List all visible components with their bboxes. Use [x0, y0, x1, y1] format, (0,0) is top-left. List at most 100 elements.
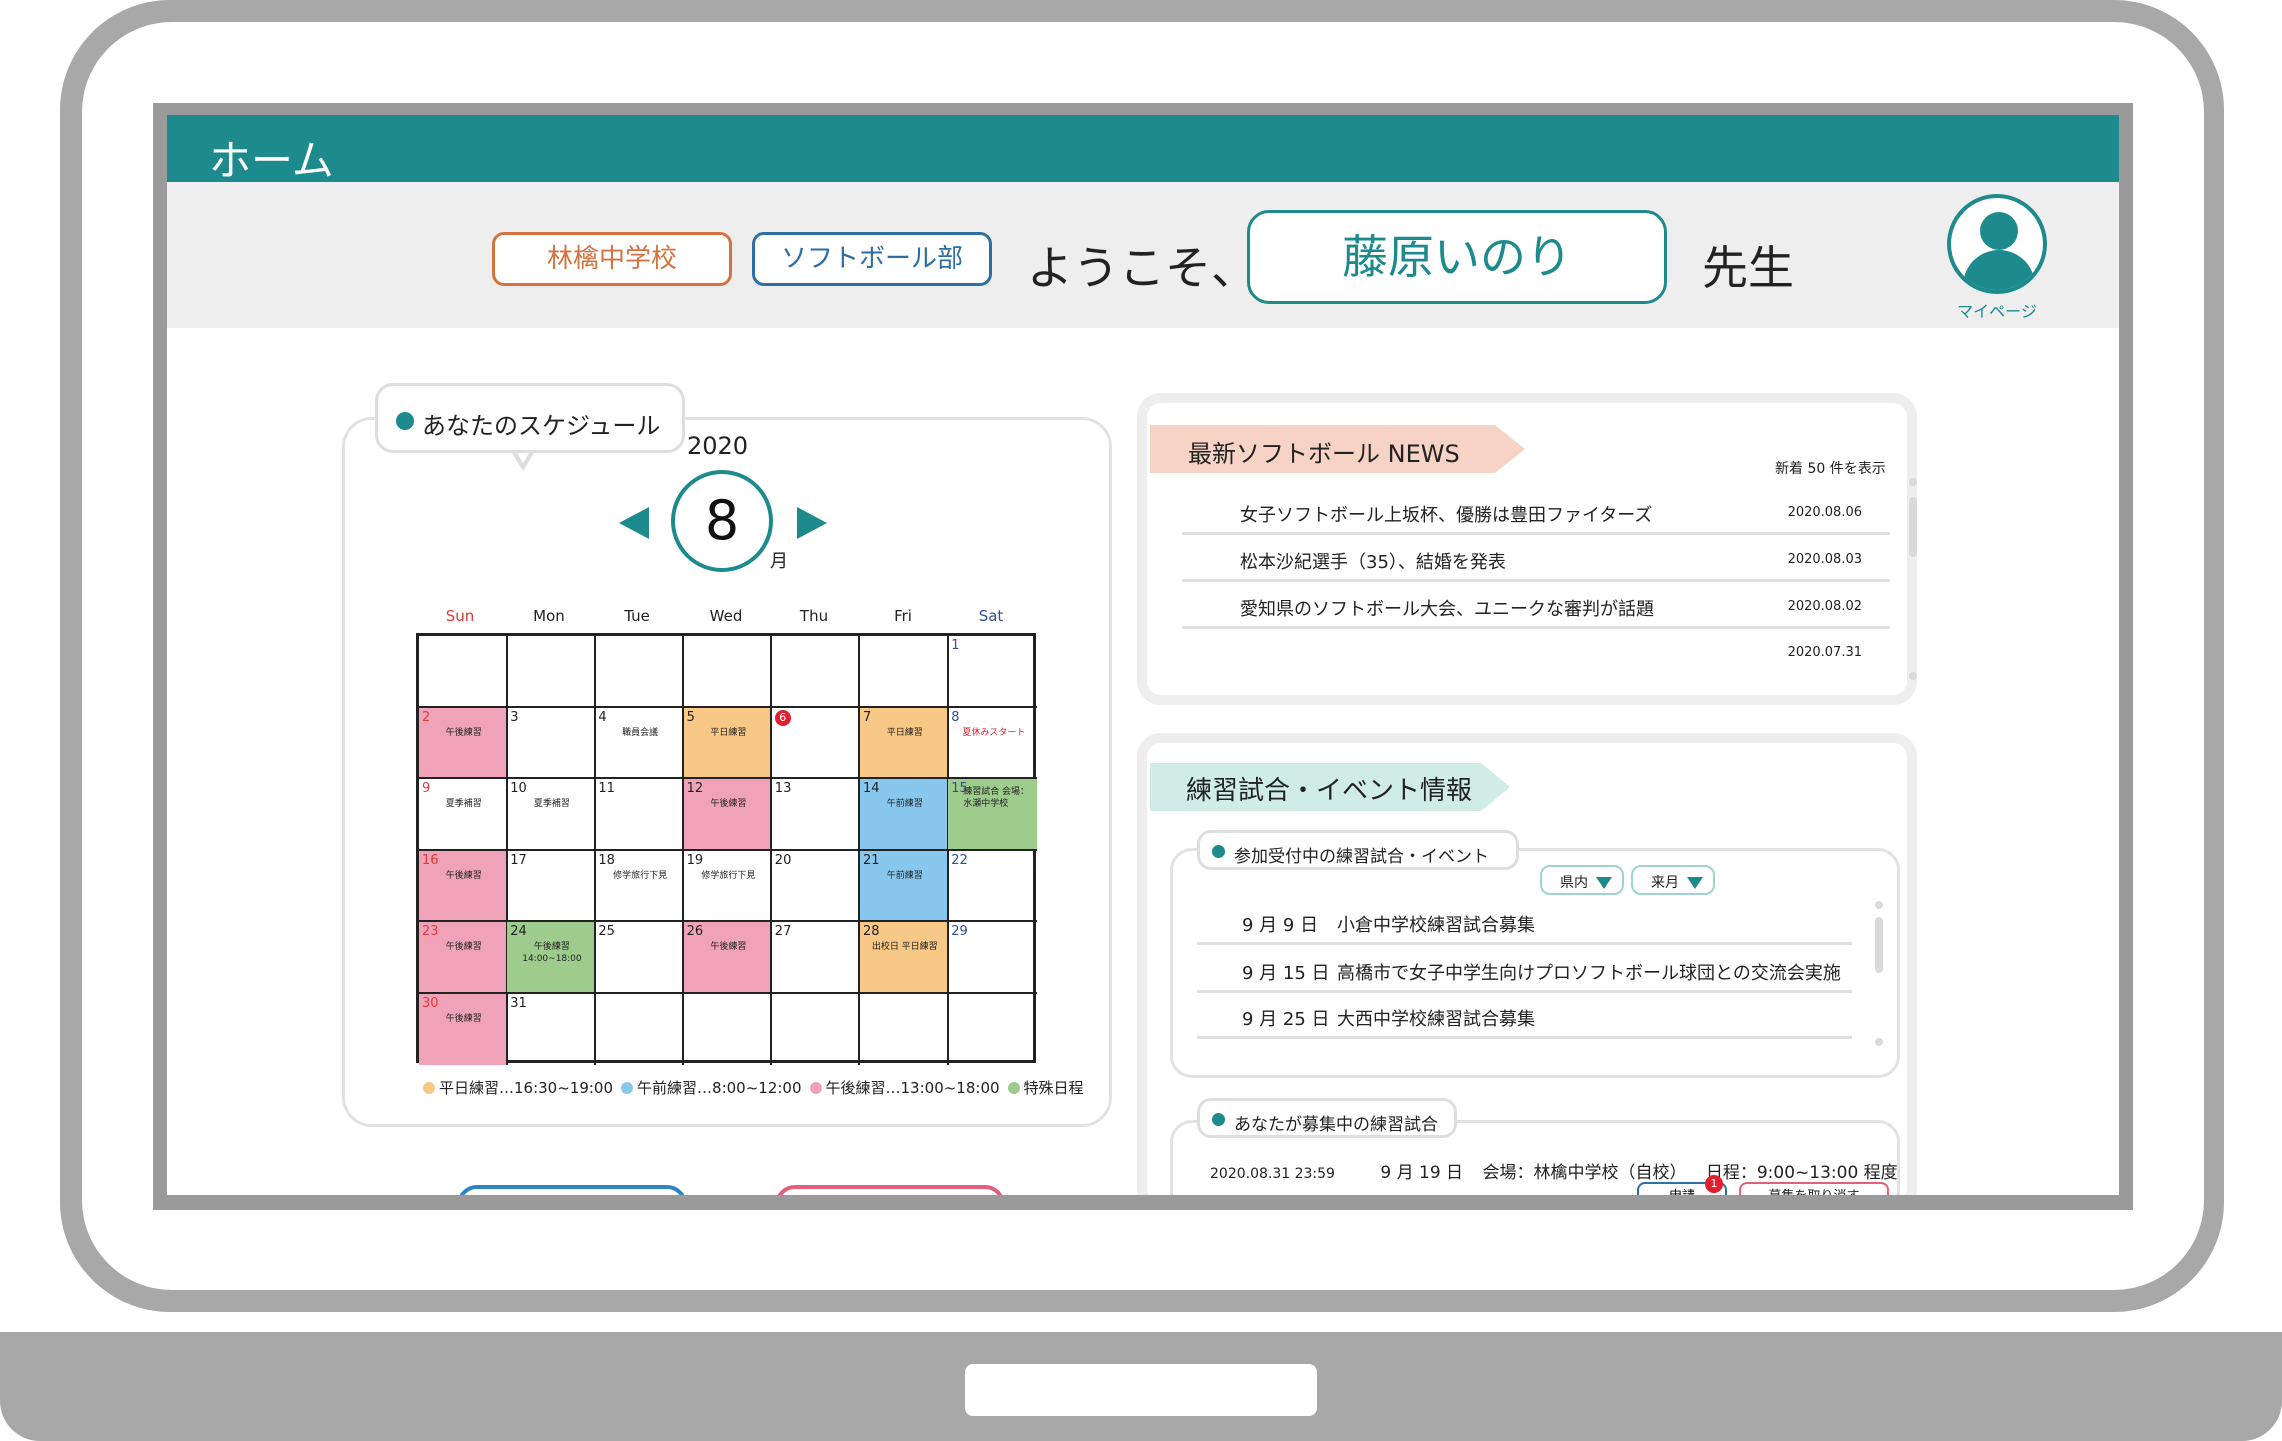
news-count-label[interactable]: 新着 50 件を表示 — [1775, 458, 1886, 478]
calendar-day[interactable]: 20 — [771, 850, 861, 923]
calendar-day[interactable]: 12 午後練習 — [683, 779, 773, 851]
calendar-day[interactable]: 6 — [771, 707, 861, 780]
calendar-day[interactable]: 11 — [595, 779, 684, 851]
day-number: 14 — [863, 781, 880, 796]
calendar-day[interactable]: 10 夏季補習 — [507, 779, 596, 851]
day-number: 30 — [422, 995, 439, 1011]
day-number: 29 — [951, 924, 968, 939]
day-event: 夏季補習 — [533, 799, 570, 809]
month-suffix: 月 — [770, 551, 788, 572]
calendar-grid: 1 2 午後練習 3 4 職員会議 5 平日練習 6 7 平日練習 8 夏休みスタート 9 夏季補習 10 夏季… — [416, 633, 1037, 1066]
calendar-day[interactable]: 17 — [507, 850, 596, 923]
event-item[interactable]: 9 月 15 日高橋市で女子中学生向けプロソフトボール球団との交流会実施 — [1197, 953, 1852, 993]
day-event: 修学旅行下見 — [701, 870, 756, 881]
day-number: 20 — [774, 852, 792, 868]
dropdown-icon — [1596, 877, 1612, 889]
app-window: ホーム 林檎中学校 ソフトボール部 ようこそ、 藤原いのり 先生 マイページ あ… — [167, 115, 2119, 1195]
news-item[interactable]: 女子ソフトボール上坂杯、優勝は豊田ファイターズ 2020.08.06 — [1182, 495, 1890, 535]
calendar-day[interactable] — [860, 993, 949, 1066]
bottom-blue-button[interactable] — [457, 1185, 687, 1195]
calendar-day[interactable]: 25 — [595, 922, 684, 994]
news-title: 愛知県のソフトボール大会、ユニークな審判が話題 — [1240, 599, 1654, 620]
day-event: 練習試合 会場：水瀬中学校 — [963, 787, 1030, 809]
events-scrollbar[interactable] — [1875, 917, 1883, 973]
legend-dot — [621, 1082, 634, 1094]
day-number: 26 — [686, 924, 704, 939]
day-number: 6 — [774, 709, 791, 726]
mypage-button[interactable]: マイページ — [1942, 194, 2052, 322]
event-date: 9 月 9 日 — [1242, 915, 1319, 936]
day-number: 9 — [422, 781, 431, 796]
weekday-header: Sat — [978, 607, 1004, 625]
news-item[interactable]: 2020.07.31 — [1182, 635, 1890, 675]
calendar-day[interactable]: 4 職員会議 — [595, 707, 684, 780]
calendar-day[interactable]: 18 修学旅行下見 — [595, 850, 684, 923]
bottom-pink-button[interactable] — [775, 1185, 1005, 1195]
day-number: 22 — [951, 852, 968, 868]
day-number: 17 — [510, 852, 527, 868]
legend-dot — [423, 1082, 435, 1094]
day-number: 24 — [510, 924, 527, 939]
calendar-day[interactable]: 28 出校日 平日練習 — [860, 922, 949, 994]
event-item[interactable]: 9 月 9 日小倉中学校練習試合募集 — [1197, 905, 1852, 945]
next-month-icon[interactable] — [797, 507, 827, 539]
recruit-venue: 会場：林檎中学校（自校） — [1482, 1163, 1687, 1183]
recruit-row[interactable]: 2020.08.31 23:59 9 月 19 日 会場：林檎中学校（自校） 日… — [1210, 1158, 1898, 1183]
calendar-day[interactable]: 3 — [507, 707, 596, 780]
day-number: 4 — [598, 709, 607, 725]
calendar-day[interactable]: 21 午前練習 — [860, 850, 949, 923]
calendar-day[interactable]: 7 平日練習 — [860, 707, 949, 780]
news-item[interactable]: 松本沙紀選手（35）、結婚を発表 2020.08.03 — [1182, 542, 1890, 582]
calendar-day[interactable] — [595, 993, 684, 1066]
area-filter[interactable]: 県内 — [1540, 865, 1624, 895]
day-event: 平日練習 — [886, 727, 923, 738]
news-date: 2020.08.03 — [1787, 552, 1862, 567]
calendar-day[interactable]: 22 — [948, 851, 1037, 923]
cancel-recruit-button[interactable]: 募集を取り消す — [1739, 1182, 1889, 1195]
calendar-day[interactable] — [683, 636, 773, 708]
calendar-day[interactable]: 29 — [948, 922, 1037, 994]
scroll-dot — [1875, 901, 1883, 909]
calendar-day[interactable]: 19 修学旅行下見 — [683, 850, 773, 923]
calendar-day[interactable]: 13 — [771, 779, 861, 851]
day-number: 18 — [598, 852, 615, 868]
welcome-bar: 林檎中学校 ソフトボール部 ようこそ、 藤原いのり 先生 マイページ — [167, 182, 2119, 328]
calendar-day[interactable] — [771, 636, 861, 708]
calendar-day[interactable]: 9 夏季補習 — [419, 779, 508, 851]
calendar-day[interactable]: 2 午後練習 — [419, 707, 508, 780]
laptop-base-notch — [965, 1364, 1317, 1416]
calendar-day[interactable]: 14 午前練習 — [860, 779, 949, 851]
calendar-day[interactable]: 27 — [771, 922, 861, 994]
calendar-day[interactable] — [419, 636, 508, 708]
school-badge[interactable]: 林檎中学校 — [492, 232, 732, 286]
prev-month-icon[interactable] — [619, 507, 649, 539]
calendar-day[interactable] — [948, 994, 1037, 1066]
calendar-day[interactable]: 30 午後練習 — [419, 993, 508, 1066]
calendar-day[interactable]: 16 午後練習 — [419, 850, 508, 923]
calendar-day[interactable]: 24 午後練習 14:00~18:00 — [507, 922, 596, 994]
event-title: 高橋市で女子中学生向けプロソフトボール球団との交流会実施 — [1337, 963, 1841, 984]
news-scrollbar[interactable] — [1909, 497, 1917, 557]
day-number: 11 — [598, 781, 615, 796]
weekday-header: Thu — [799, 607, 829, 625]
calendar-day[interactable]: 5 平日練習 — [683, 707, 773, 780]
calendar-day[interactable]: 23 午後練習 — [419, 922, 508, 994]
calendar-day[interactable]: 26 午後練習 — [683, 922, 773, 994]
calendar-day[interactable]: 31 — [507, 993, 596, 1066]
club-badge[interactable]: ソフトボール部 — [752, 232, 992, 286]
calendar-day[interactable] — [772, 993, 861, 1066]
event-item[interactable]: 9 月 25 日大西中学校練習試合募集 — [1197, 999, 1852, 1039]
calendar-day[interactable]: 8 夏休みスタート — [948, 708, 1037, 780]
avatar-icon — [1947, 194, 2047, 294]
welcome-greeting: ようこそ、 — [1027, 241, 1257, 295]
calendar-day[interactable] — [595, 636, 684, 708]
bullet-icon — [1212, 1113, 1225, 1126]
month-filter[interactable]: 来月 — [1631, 865, 1715, 895]
calendar-day[interactable] — [860, 636, 949, 708]
calendar-day[interactable]: 15 練習試合 会場：水瀬中学校 — [948, 779, 1037, 851]
news-item[interactable]: 愛知県のソフトボール大会、ユニークな審判が話題 2020.08.02 — [1182, 589, 1890, 629]
calendar-day[interactable] — [684, 993, 773, 1066]
calendar-day[interactable]: 1 — [948, 636, 1037, 708]
calendar-day[interactable] — [507, 636, 596, 708]
bullet-icon — [396, 412, 414, 430]
